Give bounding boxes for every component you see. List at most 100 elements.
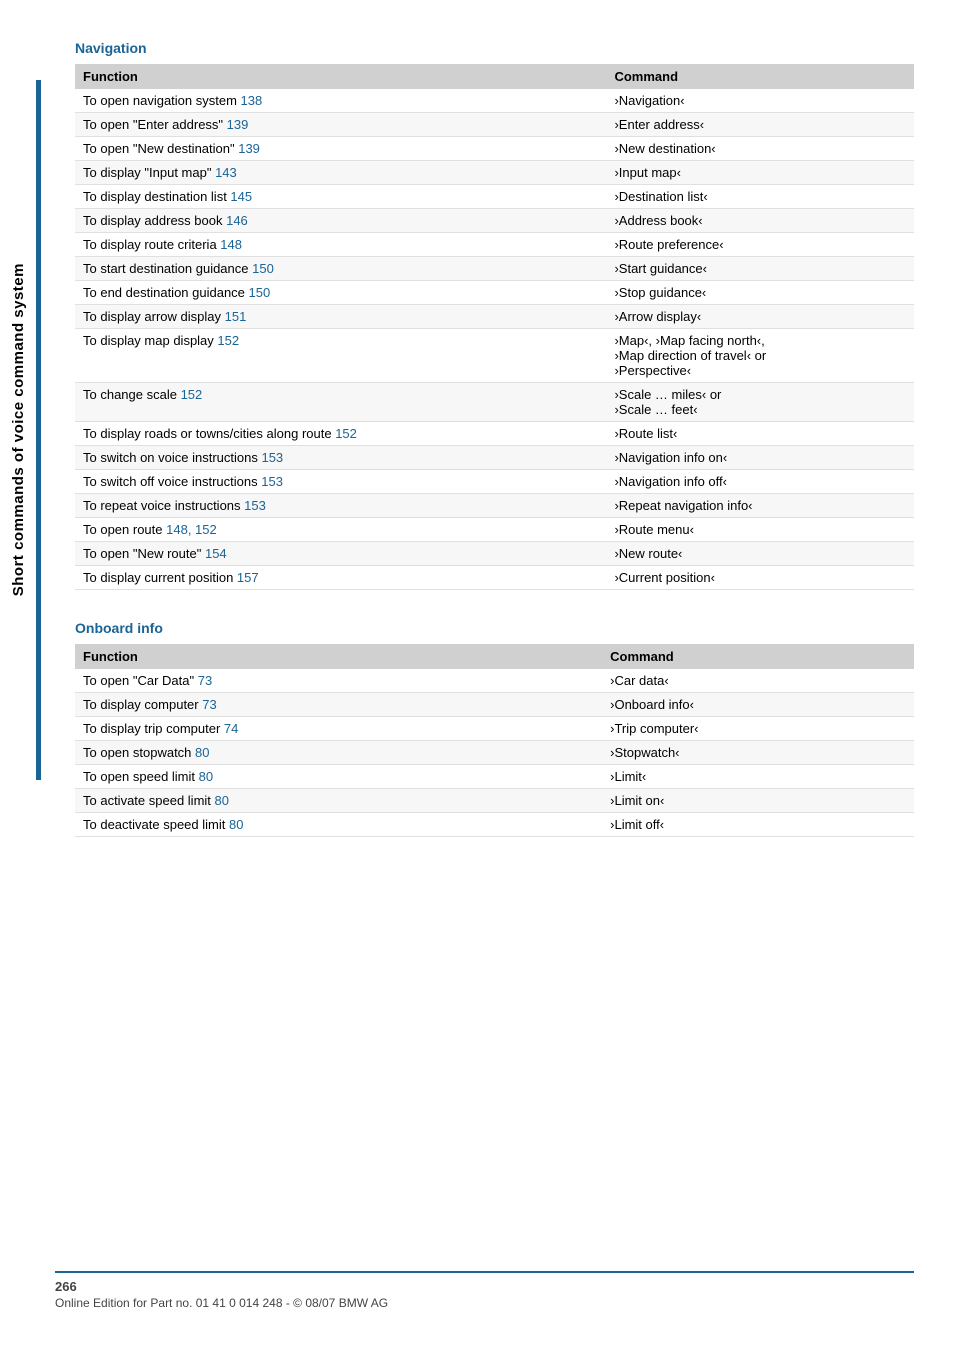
function-cell: To open "New destination" 139 — [75, 137, 606, 161]
command-cell: ›Start guidance‹ — [606, 257, 914, 281]
onboard-col-command: Command — [602, 644, 914, 669]
page-reference: 152 — [181, 387, 203, 402]
table-row: To start destination guidance 150›Start … — [75, 257, 914, 281]
table-row: To display trip computer 74›Trip compute… — [75, 717, 914, 741]
page-number: 266 — [55, 1279, 914, 1294]
table-row: To open stopwatch 80›Stopwatch‹ — [75, 741, 914, 765]
table-row: To open speed limit 80›Limit‹ — [75, 765, 914, 789]
page-reference: 74 — [224, 721, 238, 736]
onboard-col-function: Function — [75, 644, 602, 669]
table-row: To display destination list 145›Destinat… — [75, 185, 914, 209]
navigation-col-command: Command — [606, 64, 914, 89]
page-reference: 73 — [202, 697, 216, 712]
function-cell: To open speed limit 80 — [75, 765, 602, 789]
page-reference: 150 — [252, 261, 274, 276]
table-row: To open "Car Data" 73›Car data‹ — [75, 669, 914, 693]
command-cell: ›Repeat navigation info‹ — [606, 494, 914, 518]
table-row: To display computer 73›Onboard info‹ — [75, 693, 914, 717]
page-reference: 80 — [215, 793, 229, 808]
function-cell: To display roads or towns/cities along r… — [75, 422, 606, 446]
table-row: To change scale 152›Scale … miles‹ or ›S… — [75, 383, 914, 422]
table-row: To deactivate speed limit 80›Limit off‹ — [75, 813, 914, 837]
page-reference: 153 — [244, 498, 266, 513]
function-cell: To display computer 73 — [75, 693, 602, 717]
command-cell: ›Input map‹ — [606, 161, 914, 185]
table-row: To switch off voice instructions 153›Nav… — [75, 470, 914, 494]
page-reference: 139 — [227, 117, 249, 132]
function-cell: To display address book 146 — [75, 209, 606, 233]
page-reference: 150 — [249, 285, 271, 300]
copyright-text: Online Edition for Part no. 01 41 0 014 … — [55, 1296, 914, 1310]
command-cell: ›Car data‹ — [602, 669, 914, 693]
command-cell: ›Navigation‹ — [606, 89, 914, 113]
navigation-section-title: Navigation — [75, 40, 914, 56]
command-cell: ›Limit on‹ — [602, 789, 914, 813]
table-row: To repeat voice instructions 153›Repeat … — [75, 494, 914, 518]
function-cell: To open "Enter address" 139 — [75, 113, 606, 137]
page-reference: 153 — [261, 474, 283, 489]
command-cell: ›Scale … miles‹ or ›Scale … feet‹ — [606, 383, 914, 422]
function-cell: To open stopwatch 80 — [75, 741, 602, 765]
page-reference: 154 — [205, 546, 227, 561]
function-cell: To display arrow display 151 — [75, 305, 606, 329]
navigation-table-header-row: Function Command — [75, 64, 914, 89]
table-row: To open "Enter address" 139›Enter addres… — [75, 113, 914, 137]
command-cell: ›Navigation info on‹ — [606, 446, 914, 470]
function-cell: To open "New route" 154 — [75, 542, 606, 566]
page-reference: 151 — [225, 309, 247, 324]
page-reference: 80 — [195, 745, 209, 760]
command-cell: ›Route list‹ — [606, 422, 914, 446]
page-reference: 152 — [217, 333, 239, 348]
table-row: To display address book 146›Address book… — [75, 209, 914, 233]
table-row: To open "New destination" 139›New destin… — [75, 137, 914, 161]
function-cell: To display "Input map" 143 — [75, 161, 606, 185]
command-cell: ›Onboard info‹ — [602, 693, 914, 717]
onboard-table: Function Command To open "Car Data" 73›C… — [75, 644, 914, 837]
function-cell: To display current position 157 — [75, 566, 606, 590]
function-cell: To display destination list 145 — [75, 185, 606, 209]
command-cell: ›Trip computer‹ — [602, 717, 914, 741]
navigation-table: Function Command To open navigation syst… — [75, 64, 914, 590]
footer: 266 Online Edition for Part no. 01 41 0 … — [55, 1271, 914, 1310]
page-reference: 153 — [261, 450, 283, 465]
table-row: To display route criteria 148›Route pref… — [75, 233, 914, 257]
sidebar: Short commands of voice command system — [0, 80, 36, 780]
function-cell: To display map display 152 — [75, 329, 606, 383]
function-cell: To display route criteria 148 — [75, 233, 606, 257]
table-row: To display arrow display 151›Arrow displ… — [75, 305, 914, 329]
page-reference: 80 — [229, 817, 243, 832]
navigation-col-function: Function — [75, 64, 606, 89]
function-cell: To start destination guidance 150 — [75, 257, 606, 281]
command-cell: ›Stop guidance‹ — [606, 281, 914, 305]
table-row: To display current position 157›Current … — [75, 566, 914, 590]
table-row: To open navigation system 138›Navigation… — [75, 89, 914, 113]
command-cell: ›Enter address‹ — [606, 113, 914, 137]
page-reference: 143 — [215, 165, 237, 180]
page-reference: 145 — [230, 189, 252, 204]
function-cell: To display trip computer 74 — [75, 717, 602, 741]
function-cell: To end destination guidance 150 — [75, 281, 606, 305]
function-cell: To switch on voice instructions 153 — [75, 446, 606, 470]
command-cell: ›Limit‹ — [602, 765, 914, 789]
page-reference: 73 — [198, 673, 212, 688]
table-row: To open "New route" 154›New route‹ — [75, 542, 914, 566]
command-cell: ›Limit off‹ — [602, 813, 914, 837]
table-row: To open route 148, 152›Route menu‹ — [75, 518, 914, 542]
command-cell: ›Map‹, ›Map facing north‹, ›Map directio… — [606, 329, 914, 383]
onboard-table-header-row: Function Command — [75, 644, 914, 669]
table-row: To switch on voice instructions 153›Navi… — [75, 446, 914, 470]
table-row: To display map display 152›Map‹, ›Map fa… — [75, 329, 914, 383]
table-row: To end destination guidance 150›Stop gui… — [75, 281, 914, 305]
table-row: To display "Input map" 143›Input map‹ — [75, 161, 914, 185]
command-cell: ›Address book‹ — [606, 209, 914, 233]
function-cell: To repeat voice instructions 153 — [75, 494, 606, 518]
function-cell: To open "Car Data" 73 — [75, 669, 602, 693]
command-cell: ›Stopwatch‹ — [602, 741, 914, 765]
page-reference: 152 — [335, 426, 357, 441]
command-cell: ›Route menu‹ — [606, 518, 914, 542]
accent-bar — [36, 80, 41, 780]
command-cell: ›New route‹ — [606, 542, 914, 566]
page-reference: 146 — [226, 213, 248, 228]
page-reference: 157 — [237, 570, 259, 585]
sidebar-label: Short commands of voice command system — [10, 263, 27, 596]
